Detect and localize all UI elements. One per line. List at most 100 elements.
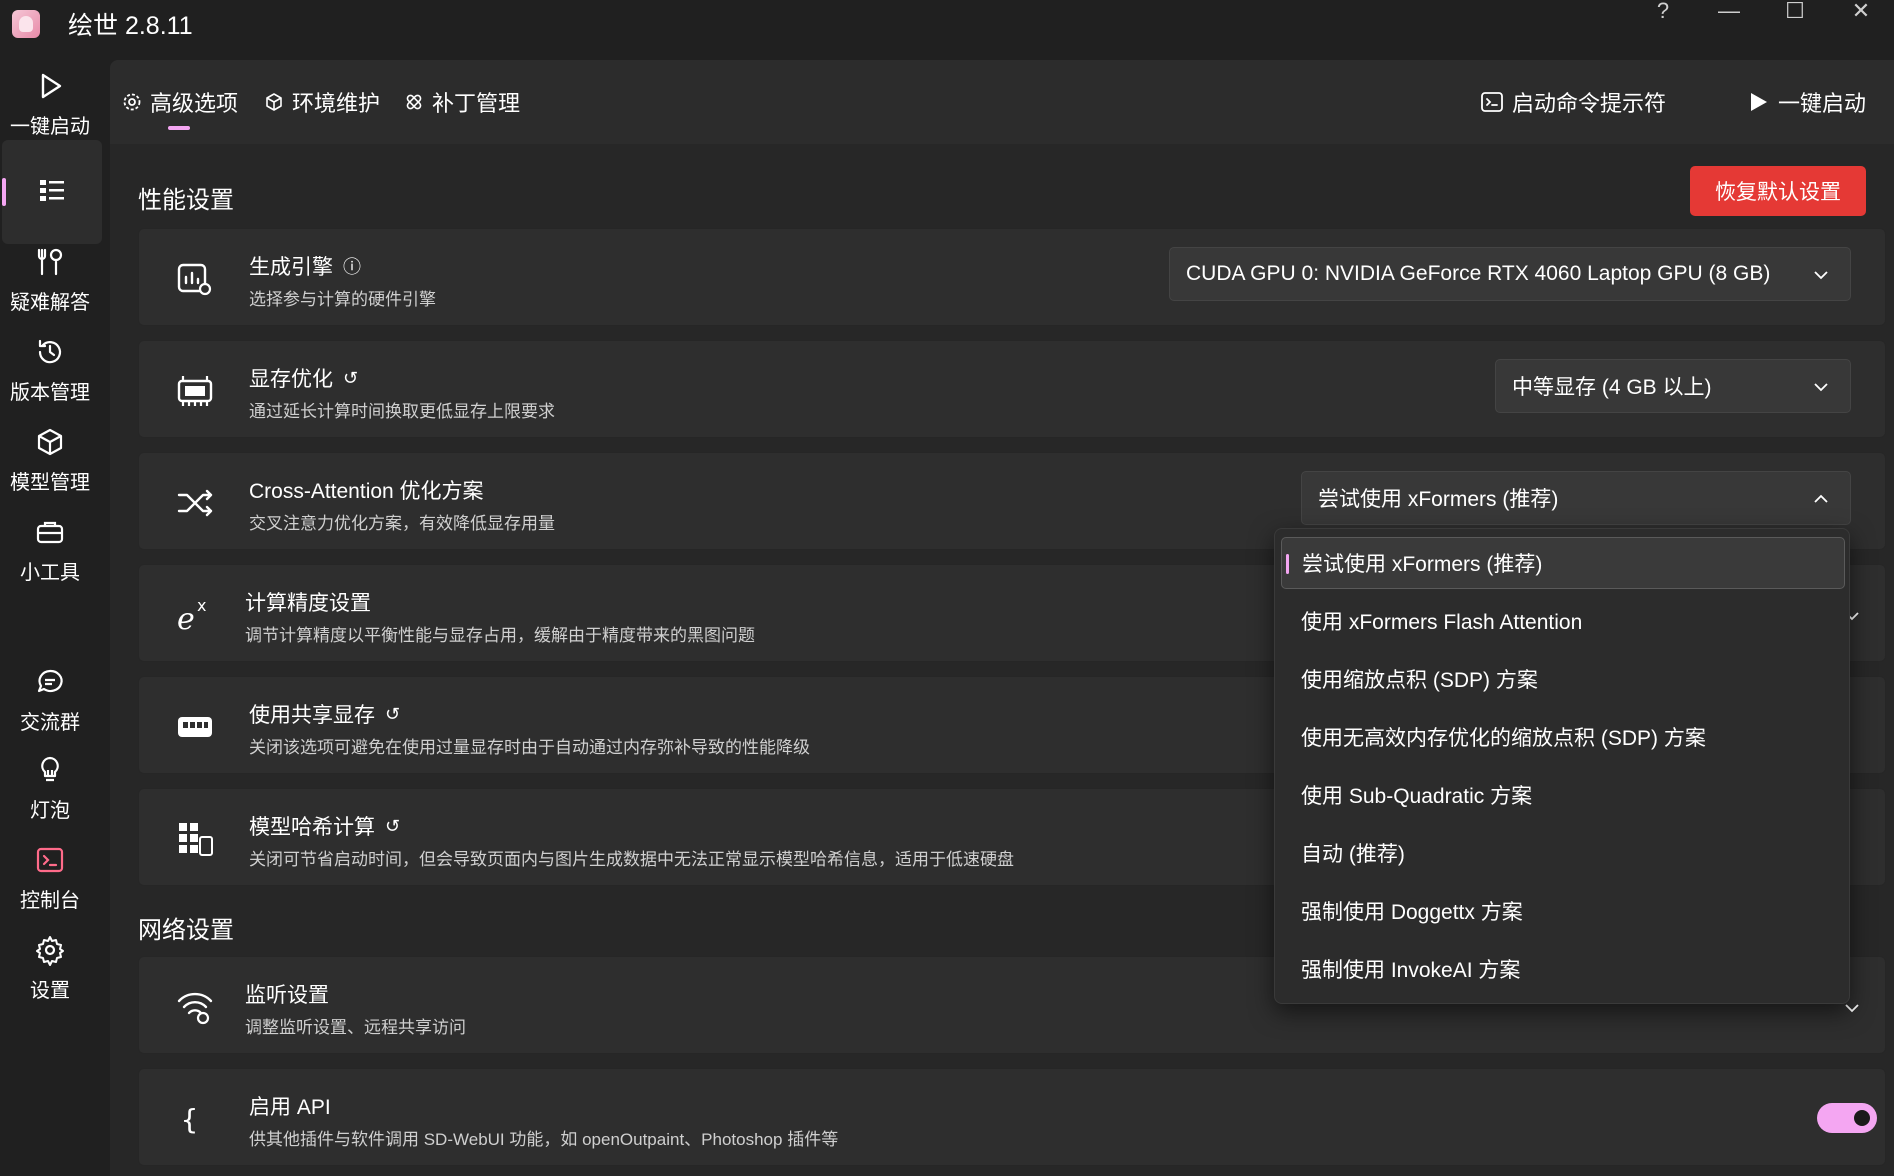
setting-description: 交叉注意力优化方案，有效降低显存用量 — [249, 514, 555, 533]
nav-label: 灯泡 — [30, 800, 70, 822]
play-icon — [41, 73, 62, 99]
tab-label: 补丁管理 — [432, 91, 521, 116]
title-bar: 绘世 2.8.11 ? — ☐ ✕ — [0, 0, 1894, 48]
list-icon — [40, 180, 64, 201]
nav-item-community[interactable]: 交流群 — [0, 666, 100, 735]
dropdown-option[interactable]: 使用无高效内存优化的缩放点积 (SDP) 方案 — [1281, 711, 1845, 763]
nav-label: 交流群 — [20, 712, 80, 734]
setting-description: 调整监听设置、远程共享访问 — [245, 1018, 466, 1037]
memory-chip-icon — [177, 376, 213, 406]
terminal-icon — [1481, 92, 1503, 112]
setting-title: 使用共享显存 ↺ — [249, 699, 400, 729]
vram-select[interactable]: 中等显存 (4 GB 以上) — [1495, 359, 1851, 413]
nav-item-models[interactable]: 模型管理 — [0, 426, 100, 495]
nav-item-troubleshoot[interactable]: 疑难解答 — [0, 246, 100, 315]
setting-description: 选择参与计算的硬件引擎 — [249, 290, 436, 309]
nav-item-bulb[interactable]: 灯泡 — [0, 754, 100, 823]
nav-item-version[interactable]: 版本管理 — [0, 336, 100, 405]
vram-select-value: 中等显存 (4 GB 以上) — [1512, 376, 1712, 399]
setting-card-api: { } 启用 API 供其他插件与软件调用 SD-WebUI 功能，如 open… — [138, 1068, 1886, 1166]
command-prompt-label: 启动命令提示符 — [1512, 91, 1667, 116]
cross-attention-select-value: 尝试使用 xFormers (推荐) — [1318, 488, 1559, 511]
app-title: 绘世 2.8.11 — [68, 12, 193, 40]
shared-vram-title: 使用共享显存 — [249, 704, 375, 727]
command-prompt-button[interactable]: 启动命令提示符 — [1480, 86, 1666, 118]
app-logo-icon — [12, 10, 40, 38]
svg-text:e: e — [177, 602, 195, 635]
undo-icon[interactable]: ↺ — [385, 704, 400, 725]
nav-item-console[interactable]: 控制台 — [0, 844, 100, 913]
cross-attention-title: Cross-Attention 优化方案 — [249, 480, 484, 503]
close-button[interactable]: ✕ — [1828, 0, 1894, 26]
console-icon — [36, 847, 64, 873]
sidebar: 一键启动 疑难解答 版本管理 模型管理 小工具 交流群 灯泡 控制台 设置 — [0, 60, 110, 1176]
dropdown-option[interactable]: 使用缩放点积 (SDP) 方案 — [1281, 653, 1845, 705]
launch-label: 一键启动 — [1778, 91, 1867, 116]
listen-title: 监听设置 — [245, 984, 329, 1007]
chat-icon — [37, 669, 63, 693]
nav-label: 模型管理 — [10, 472, 90, 494]
dropdown-option[interactable]: 自动 (推荐) — [1281, 827, 1845, 879]
calculator-grid-icon — [179, 823, 213, 856]
setting-description: 供其他插件与软件调用 SD-WebUI 功能，如 openOutpaint、Ph… — [249, 1130, 839, 1149]
undo-icon[interactable]: ↺ — [343, 368, 358, 389]
setting-title: 显存优化 ↺ — [249, 363, 358, 393]
help-icon[interactable]: ⓘ — [343, 253, 361, 279]
performance-section-title: 性能设置 — [138, 187, 234, 214]
cube-icon — [37, 428, 63, 456]
setting-title: 生成引擎 ⓘ — [249, 251, 361, 281]
nav-label: 疑难解答 — [10, 292, 90, 314]
reset-defaults-button[interactable]: 恢复默认设置 — [1690, 166, 1866, 216]
tab-label: 高级选项 — [150, 91, 239, 116]
nav-label: 一键启动 — [10, 116, 90, 138]
dropdown-option[interactable]: 尝试使用 xFormers (推荐) — [1281, 537, 1845, 589]
nav-item-settings[interactable]: 设置 — [0, 934, 100, 1003]
cross-attention-select[interactable]: 尝试使用 xFormers (推荐) — [1301, 471, 1851, 525]
package-icon — [266, 93, 282, 111]
bulb-icon — [41, 756, 59, 782]
tab-advanced[interactable]: 高级选项 — [122, 86, 238, 118]
setting-title: 启用 API — [249, 1091, 331, 1121]
gear-icon — [123, 93, 141, 111]
dropdown-option[interactable]: 强制使用 InvokeAI 方案 — [1281, 943, 1845, 995]
engine-select[interactable]: CUDA GPU 0: NVIDIA GeForce RTX 4060 Lapt… — [1169, 247, 1851, 301]
precision-title: 计算精度设置 — [245, 592, 371, 615]
maximize-button[interactable]: ☐ — [1762, 0, 1828, 26]
chevron-down-icon — [1814, 271, 1828, 280]
chart-gear-icon — [177, 263, 212, 296]
launch-button[interactable]: 一键启动 — [1746, 86, 1866, 118]
nav-item-tools[interactable]: 小工具 — [0, 516, 100, 585]
setting-description: 通过延长计算时间换取更低显存上限要求 — [249, 402, 555, 421]
dropdown-option[interactable]: 使用 xFormers Flash Attention — [1281, 595, 1845, 647]
braces-icon: { } — [181, 1103, 215, 1136]
undo-icon[interactable]: ↺ — [385, 816, 400, 837]
nav-item-launch[interactable]: 一键启动 — [0, 70, 100, 139]
tab-environment[interactable]: 环境维护 — [264, 86, 380, 118]
toolbox-icon — [36, 521, 64, 544]
svg-text:{ }: { } — [181, 1103, 215, 1136]
cross-attention-dropdown: 尝试使用 xFormers (推荐) 使用 xFormers Flash Att… — [1274, 528, 1850, 1004]
setting-title: 监听设置 — [245, 979, 329, 1009]
nav-label: 小工具 — [20, 562, 80, 584]
shuffle-icon — [177, 489, 213, 517]
vram-title: 显存优化 — [249, 368, 333, 391]
model-hash-title: 模型哈希计算 — [249, 816, 375, 839]
tab-bar: 高级选项 环境维护 补丁管理 启动命令提示符 一键启动 — [110, 60, 1894, 144]
history-icon — [38, 339, 62, 364]
bandage-icon — [406, 94, 422, 110]
setting-description: 调节计算精度以平衡性能与显存占用，缓解由于精度带来的黑图问题 — [245, 626, 755, 645]
exponent-icon: ex — [177, 596, 206, 635]
minimize-button[interactable]: — — [1696, 0, 1762, 26]
help-button[interactable]: ? — [1630, 0, 1696, 26]
dropdown-option[interactable]: 使用 Sub-Quadratic 方案 — [1281, 769, 1845, 821]
nav-item-advanced[interactable] — [2, 140, 102, 244]
window-controls: ? — ☐ ✕ — [1630, 0, 1894, 26]
tab-patches[interactable]: 补丁管理 — [404, 86, 520, 118]
api-toggle[interactable] — [1817, 1103, 1877, 1133]
engine-title: 生成引擎 — [249, 256, 333, 279]
play-icon — [1751, 93, 1767, 111]
wifi-gear-icon — [177, 992, 213, 1025]
setting-title: 计算精度设置 — [245, 587, 371, 617]
chevron-down-icon — [1814, 383, 1828, 392]
dropdown-option[interactable]: 强制使用 Doggettx 方案 — [1281, 885, 1845, 937]
